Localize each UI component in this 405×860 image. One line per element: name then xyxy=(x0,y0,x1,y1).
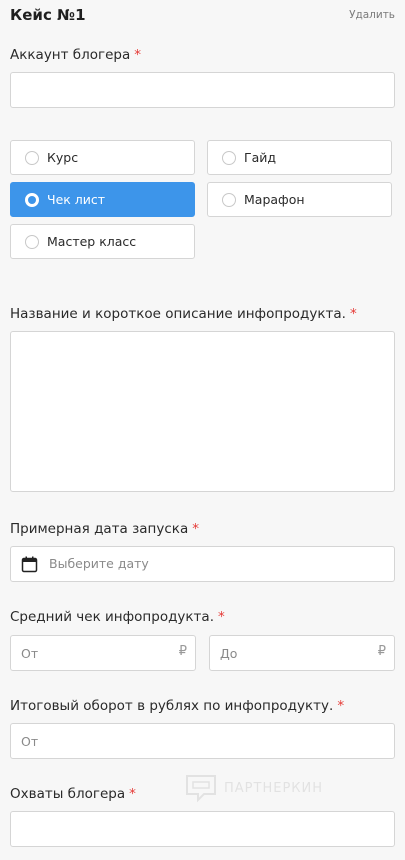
turnover-label: Итоговый оборот в рублях по инфопродукту… xyxy=(10,698,344,714)
radio-option-masterclass[interactable]: Мастер класс xyxy=(10,224,195,259)
case-title: Кейс №1 xyxy=(10,6,86,24)
radio-option-marathon[interactable]: Марафон xyxy=(207,182,392,217)
required-mark: * xyxy=(129,786,136,802)
partnerkin-logo-icon xyxy=(186,775,216,803)
watermark-text: ПАРТНЕРКИН xyxy=(224,780,324,796)
radio-circle-icon xyxy=(222,192,236,207)
launch-date-placeholder: Выберите дату xyxy=(49,556,149,571)
radio-option-course[interactable]: Курс xyxy=(10,140,195,175)
blogger-account-label-text: Аккаунт блогера xyxy=(10,47,131,63)
radio-option-label: Мастер класс xyxy=(47,234,137,249)
calendar-icon xyxy=(21,556,38,573)
reach-label-text: Охваты блогера xyxy=(10,786,126,802)
blogger-account-input[interactable] xyxy=(10,72,395,108)
launch-date-label-text: Примерная дата запуска xyxy=(10,521,189,537)
avg-check-to-placeholder: До xyxy=(220,646,238,661)
radio-option-guide[interactable]: Гайд xyxy=(207,140,392,175)
radio-option-label: Марафон xyxy=(244,192,305,207)
radio-option-label: Гайд xyxy=(244,150,277,165)
avg-check-to-input[interactable]: До ₽ xyxy=(209,635,395,671)
avg-check-label: Средний чек инфопродукта. * xyxy=(10,609,225,625)
required-mark: * xyxy=(349,306,357,322)
radio-option-label: Чек лист xyxy=(47,192,106,207)
radio-option-checklist[interactable]: Чек лист xyxy=(10,182,195,217)
turnover-label-text: Итоговый оборот в рублях по инфопродукту… xyxy=(10,698,334,714)
required-mark: * xyxy=(192,521,199,537)
description-textarea[interactable] xyxy=(10,331,395,492)
radio-circle-icon xyxy=(25,150,39,165)
radio-selected-icon xyxy=(25,192,39,207)
ruble-icon: ₽ xyxy=(178,644,187,659)
description-label-text: Название и короткое описание инфопродукт… xyxy=(10,306,346,322)
avg-check-from-placeholder: От xyxy=(21,646,39,661)
reach-input[interactable] xyxy=(10,811,395,847)
required-mark: * xyxy=(218,609,225,625)
ruble-icon: ₽ xyxy=(377,644,386,659)
radio-circle-icon xyxy=(222,150,236,165)
radio-circle-icon xyxy=(25,234,39,249)
turnover-placeholder: От xyxy=(21,734,39,749)
watermark: ПАРТНЕРКИН xyxy=(184,773,323,803)
description-label: Название и короткое описание инфопродукт… xyxy=(10,306,357,322)
turnover-input[interactable]: От xyxy=(10,723,395,759)
required-mark: * xyxy=(134,47,141,63)
delete-case-link[interactable]: Удалить xyxy=(349,9,395,21)
launch-date-input[interactable]: Выберите дату xyxy=(10,546,395,582)
blogger-account-label: Аккаунт блогера * xyxy=(10,47,141,63)
radio-option-label: Курс xyxy=(47,150,79,165)
reach-label: Охваты блогера * xyxy=(10,786,136,802)
launch-date-label: Примерная дата запуска * xyxy=(10,521,199,537)
avg-check-label-text: Средний чек инфопродукта. xyxy=(10,609,214,625)
avg-check-from-input[interactable]: От ₽ xyxy=(10,635,196,671)
required-mark: * xyxy=(337,698,345,714)
